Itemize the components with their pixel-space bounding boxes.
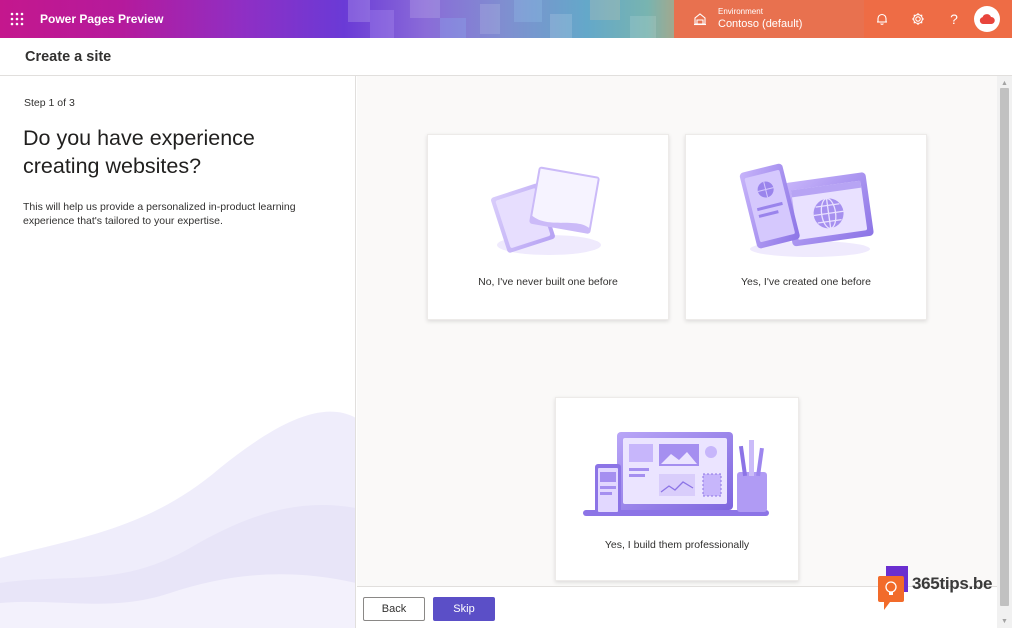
laptop-design-illustration — [583, 432, 769, 516]
bell-icon[interactable] — [864, 0, 900, 38]
option-card-never-built[interactable]: No, I've never built one before — [427, 134, 669, 320]
window-edge — [1012, 0, 1024, 628]
wizard-info-panel: Step 1 of 3 Do you have experience creat… — [0, 76, 356, 628]
environment-value: Contoso (default) — [718, 18, 803, 30]
watermark-logo: 365tips.be — [876, 566, 1012, 616]
option-label: Yes, I build them professionally — [604, 539, 750, 551]
watermark-text: 365tips.be — [912, 574, 993, 593]
environment-icon — [692, 11, 708, 27]
page-header: Create a site — [0, 38, 1012, 76]
wizard-question: Do you have experience creating websites… — [23, 126, 255, 178]
scroll-down-icon[interactable]: ▼ — [997, 614, 1012, 628]
header-actions: ? — [864, 0, 1012, 38]
app-header-bar: Power Pages Preview Environment Contoso … — [0, 0, 1012, 38]
option-label: No, I've never built one before — [478, 276, 618, 288]
wizard-helper-text: This will help us provide a personalized… — [23, 201, 296, 227]
page-title: Create a site — [25, 48, 112, 65]
lightbulb-logo-icon — [878, 566, 908, 610]
option-card-created-before[interactable]: Yes, I've created one before — [685, 134, 927, 320]
decorative-waves — [0, 411, 355, 628]
globe-pages-illustration — [739, 163, 874, 257]
vertical-scrollbar[interactable]: ▲ ▼ — [997, 76, 1012, 628]
step-indicator: Step 1 of 3 — [24, 97, 75, 109]
environment-picker[interactable]: Environment Contoso (default) — [674, 0, 864, 38]
back-button[interactable]: Back — [363, 597, 425, 621]
help-glyph: ? — [950, 11, 958, 27]
help-icon[interactable]: ? — [936, 0, 972, 38]
header-mosaic-decoration — [348, 0, 656, 38]
skip-button[interactable]: Skip — [433, 597, 495, 621]
options-area: No, I've never built one before Yes, I'v… — [357, 76, 997, 586]
option-label: Yes, I've created one before — [740, 276, 872, 288]
option-card-professional[interactable]: Yes, I build them professionally — [555, 397, 799, 581]
scroll-thumb[interactable] — [1000, 88, 1009, 606]
app-title[interactable]: Power Pages Preview — [40, 12, 163, 26]
waffle-icon[interactable] — [0, 0, 34, 38]
gear-icon[interactable] — [900, 0, 936, 38]
blank-pages-illustration — [491, 166, 601, 255]
environment-label: Environment — [718, 7, 763, 16]
cloud-avatar-icon[interactable] — [974, 6, 1000, 32]
